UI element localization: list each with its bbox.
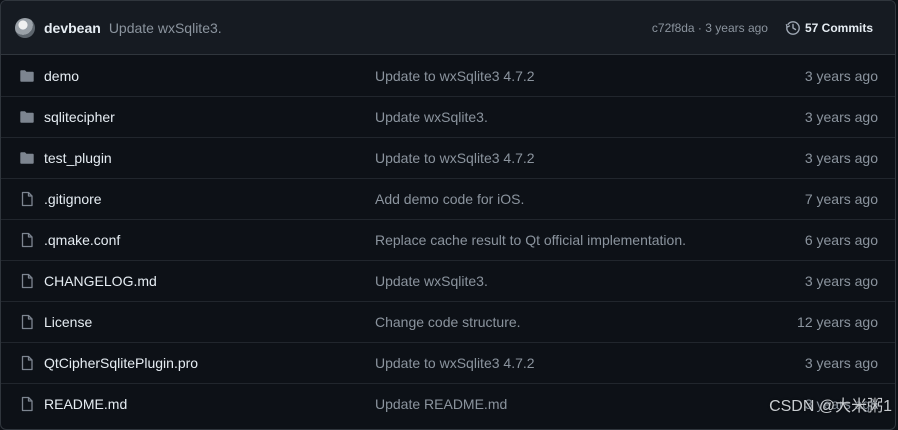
file-row[interactable]: CHANGELOG.md Update wxSqlite3. 3 years ago <box>1 260 895 301</box>
folder-icon <box>19 150 35 166</box>
file-name-link[interactable]: sqlitecipher <box>44 109 366 125</box>
commit-message-link[interactable]: Update README.md <box>375 396 507 412</box>
commit-message-link[interactable]: Update to wxSqlite3 4.7.2 <box>375 150 535 166</box>
commit-message-link[interactable]: Replace cache result to Qt official impl… <box>375 232 686 248</box>
file-icon <box>19 314 35 330</box>
commit-age: 3 years ago <box>805 273 878 289</box>
file-icon <box>19 232 35 248</box>
file-name-link[interactable]: License <box>44 314 366 330</box>
file-icon <box>19 355 35 371</box>
file-name-link[interactable]: test_plugin <box>44 150 366 166</box>
file-row[interactable]: sqlitecipher Update wxSqlite3. 3 years ago <box>1 96 895 137</box>
commit-message-link[interactable]: Update wxSqlite3. <box>375 109 488 125</box>
file-name-link[interactable]: QtCipherSqlitePlugin.pro <box>44 355 366 371</box>
file-row[interactable]: .gitignore Add demo code for iOS. 7 years … <box>1 178 895 219</box>
commit-message-link[interactable]: Update to wxSqlite3 4.7.2 <box>375 68 535 84</box>
file-row[interactable]: README.md Update README.md 3 years ago <box>1 383 895 424</box>
commit-hash-and-time[interactable]: c72f8da · 3 years ago <box>652 21 768 35</box>
commit-age: 6 years ago <box>805 232 878 248</box>
commits-history-link[interactable]: 57 Commits <box>785 20 873 36</box>
commit-age: 12 years ago <box>797 314 878 330</box>
file-name-link[interactable]: .qmake.conf <box>44 232 366 248</box>
commit-age: 3 years ago <box>805 109 878 125</box>
commit-message-link[interactable]: Update wxSqlite3. <box>375 273 488 289</box>
file-icon <box>19 396 35 412</box>
commit-message-link[interactable]: Change code structure. <box>375 314 521 330</box>
file-list: demo Update to wxSqlite3 4.7.2 3 years ago… <box>1 55 895 424</box>
commit-age: 3 years ago <box>805 150 878 166</box>
file-row[interactable]: License Change code structure. 12 years ag… <box>1 301 895 342</box>
file-icon <box>19 191 35 207</box>
file-row[interactable]: test_plugin Update to wxSqlite3 4.7.2 3 ye… <box>1 137 895 178</box>
commit-message-link[interactable]: Update to wxSqlite3 4.7.2 <box>375 355 535 371</box>
author-avatar[interactable] <box>15 18 35 38</box>
commits-count-label: 57 Commits <box>805 21 873 35</box>
latest-commit-message[interactable]: Update wxSqlite3. <box>109 20 652 36</box>
file-icon <box>19 273 35 289</box>
folder-icon <box>19 109 35 125</box>
file-name-link[interactable]: CHANGELOG.md <box>44 273 366 289</box>
history-icon <box>785 20 801 36</box>
commit-age: 3 years ago <box>805 68 878 84</box>
commit-message-link[interactable]: Add demo code for iOS. <box>375 191 524 207</box>
folder-icon <box>19 68 35 84</box>
commit-age: 3 years ago <box>805 355 878 371</box>
commit-age: 7 years ago <box>805 191 878 207</box>
author-link[interactable]: devbean <box>44 20 101 36</box>
commit-age: 3 years ago <box>805 396 878 412</box>
file-row[interactable]: demo Update to wxSqlite3 4.7.2 3 years ago <box>1 55 895 96</box>
file-name-link[interactable]: .gitignore <box>44 191 366 207</box>
file-name-link[interactable]: README.md <box>44 396 366 412</box>
file-row[interactable]: .qmake.conf Replace cache result to Qt of… <box>1 219 895 260</box>
file-browser: devbean Update wxSqlite3. c72f8da · 3 ye… <box>0 0 896 430</box>
latest-commit-bar: devbean Update wxSqlite3. c72f8da · 3 ye… <box>1 1 895 55</box>
file-row[interactable]: QtCipherSqlitePlugin.pro Update to wxSqli… <box>1 342 895 383</box>
file-name-link[interactable]: demo <box>44 68 366 84</box>
